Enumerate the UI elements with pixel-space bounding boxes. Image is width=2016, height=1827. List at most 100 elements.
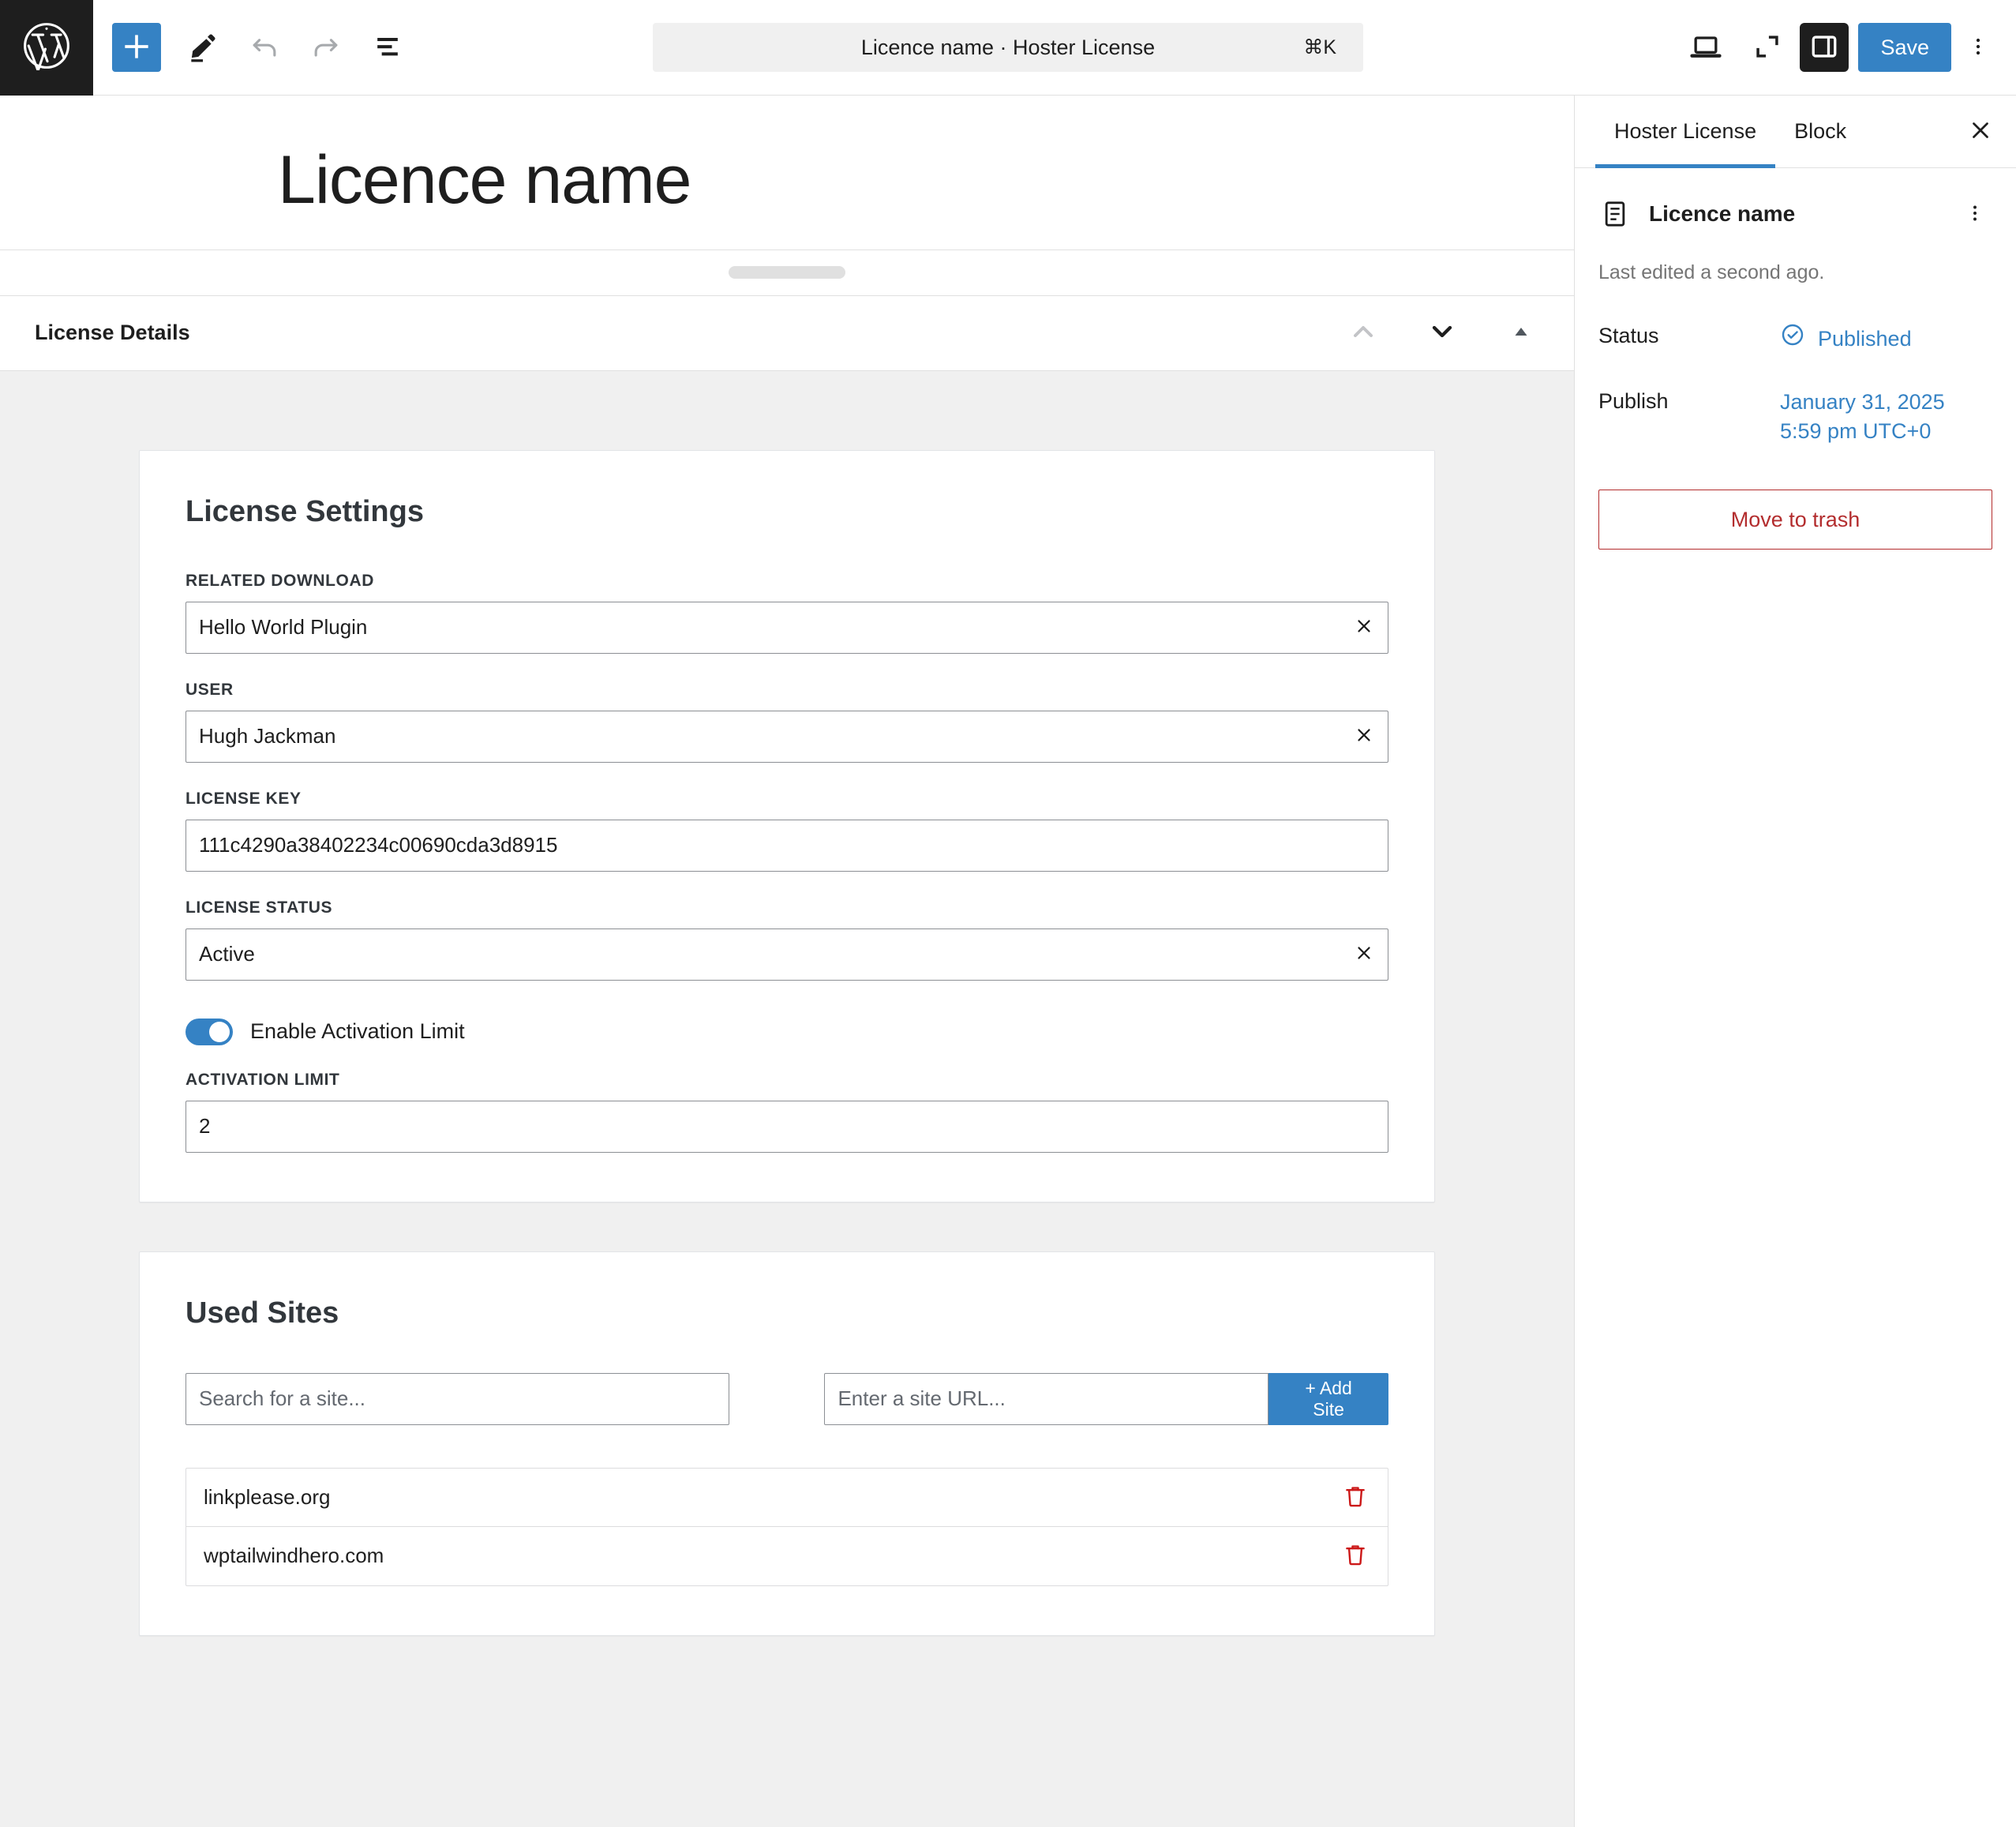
desktop-preview-icon: [1688, 29, 1723, 66]
clear-license-status-button[interactable]: [1340, 929, 1388, 980]
check-circle-icon: [1780, 322, 1805, 355]
status-badge[interactable]: Published: [1780, 322, 1912, 355]
publish-time: 5:59 pm UTC+0: [1780, 418, 1932, 443]
editor-top-bar: Licence name · Hoster License ⌘K Save: [0, 0, 2016, 96]
license-key-input[interactable]: [186, 820, 1388, 871]
document-icon: [1598, 197, 1632, 231]
chevron-down-icon: [1426, 316, 1458, 350]
publish-datetime-button[interactable]: January 31, 2025 5:59 pm UTC+0: [1780, 388, 1945, 445]
field-label: LICENSE STATUS: [185, 898, 333, 917]
tab-block[interactable]: Block: [1775, 96, 1865, 167]
license-status-input-shell: [185, 928, 1388, 981]
field-label: RELATED DOWNLOAD: [185, 571, 375, 590]
document-title-text: Licence name · Hoster License: [860, 35, 1156, 59]
close-sidebar-button[interactable]: [1953, 96, 2008, 167]
save-button[interactable]: Save: [1858, 23, 1951, 72]
delete-site-button[interactable]: [1342, 1483, 1369, 1512]
clear-related-download-button[interactable]: [1340, 602, 1388, 653]
list-view-button[interactable]: [357, 17, 418, 78]
list-item: linkplease.org: [186, 1469, 1388, 1527]
add-block-button[interactable]: [112, 23, 161, 72]
used-sites-card: Used Sites + Add Site linkplease.org: [139, 1251, 1435, 1636]
site-url-shell: [824, 1372, 1269, 1425]
document-title-bar[interactable]: Licence name · Hoster License ⌘K: [653, 23, 1363, 72]
sidebar-tabs: Hoster License Block: [1575, 96, 2016, 168]
field-activation-limit: ACTIVATION LIMIT: [185, 1071, 1388, 1153]
fullscreen-icon: [1750, 29, 1785, 66]
used-sites-heading: Used Sites: [185, 1296, 339, 1330]
close-icon: [1354, 725, 1374, 748]
preview-button[interactable]: [1677, 18, 1735, 77]
plus-icon: [119, 29, 154, 66]
related-download-input-shell: [185, 601, 1388, 654]
user-input-shell: [185, 710, 1388, 763]
enable-activation-limit-row: Enable Activation Limit: [185, 1018, 1388, 1045]
triangle-up-icon: [1509, 320, 1533, 346]
license-settings-card: License Settings RELATED DOWNLOAD USER: [139, 449, 1435, 1202]
used-sites-controls-row: + Add Site: [185, 1372, 1388, 1425]
redo-icon: [309, 29, 343, 66]
add-site-group: + Add Site: [824, 1372, 1388, 1425]
editor-options-button[interactable]: [1954, 18, 2002, 77]
panel-title: License Details: [35, 321, 190, 345]
settings-sidebar-toggle[interactable]: [1800, 23, 1849, 72]
status-value: Published: [1818, 326, 1912, 351]
list-item: wptailwindhero.com: [186, 1527, 1388, 1585]
add-site-button[interactable]: + Add Site: [1268, 1372, 1388, 1425]
used-sites-list: linkplease.org wptailwindhero.com: [185, 1467, 1388, 1586]
clear-user-button[interactable]: [1340, 711, 1388, 762]
pencil-icon: [185, 29, 220, 66]
license-settings-heading: License Settings: [185, 494, 424, 528]
close-icon: [1967, 117, 1994, 146]
close-icon: [1354, 616, 1374, 639]
ellipsis-vertical-icon: [1966, 35, 1990, 61]
document-outline-icon: [370, 29, 405, 66]
license-status-input[interactable]: [186, 929, 1340, 980]
last-edited-text: Last edited a second ago.: [1598, 261, 1825, 283]
move-to-trash-button[interactable]: Move to trash: [1598, 490, 1992, 550]
publish-label: Publish: [1598, 389, 1669, 414]
delete-site-button[interactable]: [1342, 1541, 1369, 1570]
document-actions-button[interactable]: [1958, 197, 1992, 231]
field-license-key: LICENSE KEY: [185, 790, 1388, 872]
tab-hoster-license[interactable]: Hoster License: [1595, 96, 1776, 168]
field-label: USER: [185, 680, 234, 699]
panel-move-up-button[interactable]: [1345, 315, 1381, 351]
block-appender-row: [0, 249, 1574, 296]
panel-move-down-button[interactable]: [1424, 315, 1460, 351]
field-user: USER: [185, 681, 1388, 763]
site-name: linkplease.org: [204, 1484, 331, 1509]
site-url-input[interactable]: [825, 1373, 1268, 1424]
license-key-input-shell: [185, 819, 1388, 872]
wordpress-logo-button[interactable]: [0, 0, 93, 96]
status-row: Status Published: [1598, 322, 1992, 355]
related-download-input[interactable]: [186, 602, 1340, 653]
publish-row: Publish January 31, 2025 5:59 pm UTC+0: [1598, 388, 1992, 445]
activation-limit-input[interactable]: [186, 1101, 1388, 1152]
user-input[interactable]: [186, 711, 1340, 762]
sidebar-document-panel: Licence name Last edited a second ago. S…: [1575, 168, 2016, 550]
enable-activation-limit-toggle[interactable]: [185, 1018, 233, 1045]
activation-limit-input-shell: [185, 1100, 1388, 1153]
fullscreen-button[interactable]: [1738, 18, 1797, 77]
blocks-canvas: License Settings RELATED DOWNLOAD USER: [0, 370, 1574, 1827]
chevron-up-icon: [1347, 316, 1379, 350]
site-name: wptailwindhero.com: [204, 1544, 384, 1568]
license-details-panel-header: License Details: [0, 295, 1574, 371]
edit-mode-button[interactable]: [172, 17, 234, 78]
field-label: LICENSE KEY: [185, 789, 302, 808]
undo-icon: [247, 29, 282, 66]
ellipsis-vertical-icon: [1964, 202, 1986, 227]
field-label: ACTIVATION LIMIT: [185, 1070, 340, 1089]
page-title[interactable]: Licence name: [278, 143, 1574, 218]
wordpress-logo-icon: [22, 21, 71, 74]
block-appender-handle[interactable]: [729, 266, 845, 279]
top-bar-right-tools: Save: [1677, 18, 2002, 77]
site-search-input[interactable]: [186, 1373, 729, 1424]
undo-button[interactable]: [234, 17, 295, 78]
panel-header-controls: [1345, 315, 1547, 351]
site-search-shell: [185, 1372, 730, 1425]
panel-collapse-button[interactable]: [1503, 315, 1539, 351]
document-summary-row: Licence name: [1598, 197, 1992, 231]
redo-button[interactable]: [295, 17, 357, 78]
